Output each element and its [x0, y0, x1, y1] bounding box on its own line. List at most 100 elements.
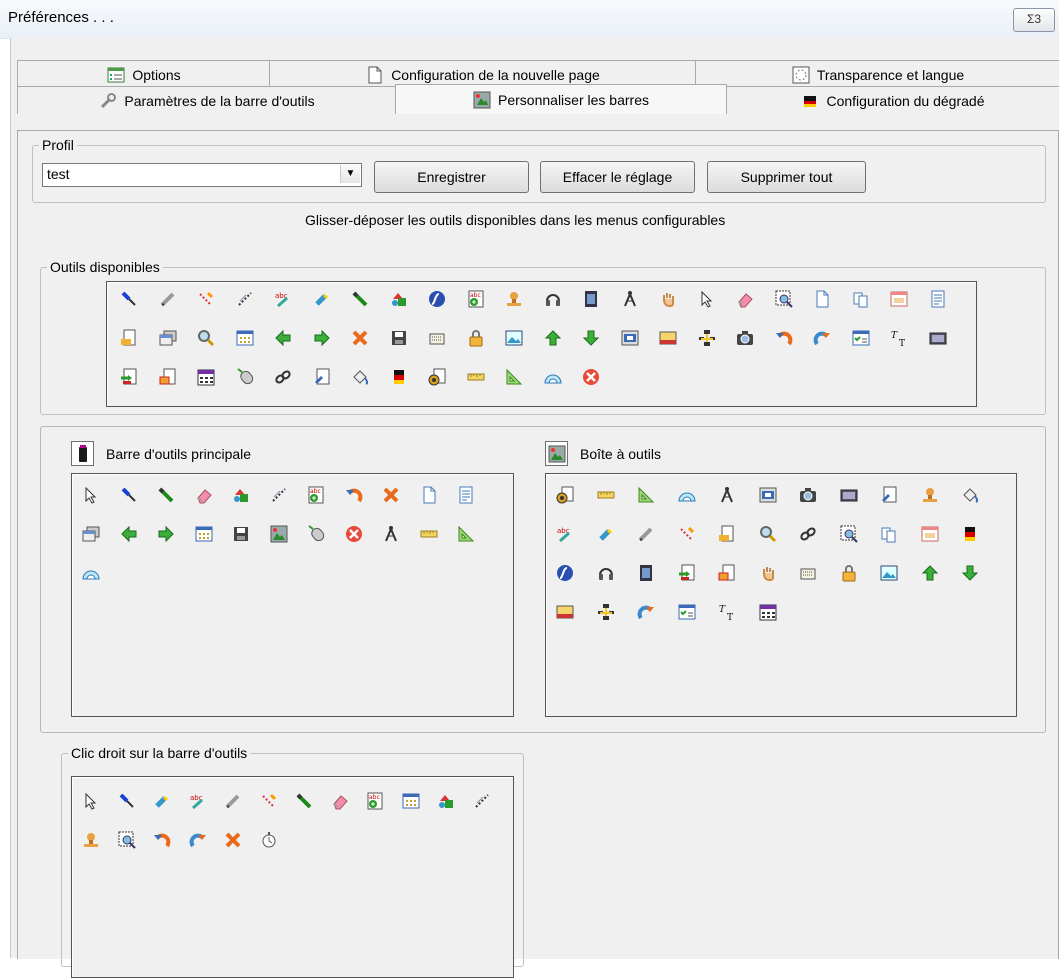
spellcheck-add-icon[interactable]: abc — [467, 290, 485, 308]
lock-icon[interactable] — [467, 329, 485, 347]
arrow-up-icon[interactable] — [544, 329, 562, 347]
close-x-icon[interactable] — [351, 329, 369, 347]
dotted-line-icon[interactable] — [236, 290, 254, 308]
red-dotted-pen-icon[interactable] — [260, 792, 278, 810]
color-export-icon[interactable] — [159, 368, 177, 386]
undo-icon[interactable] — [345, 486, 363, 504]
windows-icon[interactable] — [159, 329, 177, 347]
network-icon[interactable] — [698, 329, 716, 347]
green-marker-icon[interactable] — [295, 792, 313, 810]
page-icon[interactable] — [813, 290, 831, 308]
pencil-icon[interactable] — [224, 792, 242, 810]
spellcheck-pen-icon[interactable]: abc — [556, 525, 574, 543]
shapes-icon[interactable] — [390, 290, 408, 308]
chain-link-icon[interactable] — [274, 368, 292, 386]
text-tool-icon[interactable]: TT — [890, 329, 908, 347]
main-toolbar-panel[interactable]: abc — [71, 473, 514, 717]
page-icon[interactable] — [420, 486, 438, 504]
pencil-icon[interactable] — [159, 290, 177, 308]
grid-icon[interactable] — [236, 329, 254, 347]
compass-icon[interactable] — [718, 486, 736, 504]
stopwatch-icon[interactable] — [260, 831, 278, 849]
redo-icon[interactable] — [189, 831, 207, 849]
redo-icon[interactable] — [637, 603, 655, 621]
green-marker-icon[interactable] — [351, 290, 369, 308]
compass-icon[interactable] — [382, 525, 400, 543]
ruler-icon[interactable] — [467, 368, 485, 386]
zoom-select-icon[interactable] — [118, 831, 136, 849]
clear-setting-button[interactable]: Effacer le réglage — [540, 161, 695, 193]
stamp-icon[interactable] — [505, 290, 523, 308]
shapes-icon[interactable] — [437, 792, 455, 810]
chain-link-icon[interactable] — [799, 525, 817, 543]
speaker-doc-icon[interactable] — [428, 368, 446, 386]
camera-icon[interactable] — [736, 329, 754, 347]
arrow-down-icon[interactable] — [961, 564, 979, 582]
tab-transparency-language[interactable]: Transparence et langue — [695, 60, 1059, 88]
set-square-icon[interactable] — [505, 368, 523, 386]
gradient-icon[interactable] — [961, 525, 979, 543]
mouse-icon[interactable] — [307, 525, 325, 543]
spellcheck-pen-icon[interactable]: abc — [274, 290, 292, 308]
red-dotted-pen-icon[interactable] — [678, 525, 696, 543]
available-tools-panel[interactable]: abc abc T T — [106, 281, 977, 407]
projector-icon[interactable] — [621, 329, 639, 347]
undo-icon[interactable] — [775, 329, 793, 347]
profile-select[interactable]: test ▼ — [42, 163, 362, 187]
protractor-icon[interactable] — [543, 368, 562, 386]
stamp-icon[interactable] — [82, 831, 100, 849]
tab-gradient-config[interactable]: Configuration du dégradé — [725, 86, 1059, 114]
red-dotted-pen-icon[interactable] — [197, 290, 215, 308]
spellcheck-pen-icon[interactable]: abc — [189, 792, 207, 810]
toolbox-panel[interactable]: abc T T — [545, 473, 1017, 717]
dotted-line-icon[interactable] — [270, 486, 288, 504]
ruler-icon[interactable] — [597, 486, 615, 504]
arrow-left-icon[interactable] — [274, 329, 292, 347]
cursor-icon[interactable] — [82, 792, 100, 810]
calendar-icon[interactable] — [197, 368, 215, 386]
document-icon[interactable] — [929, 290, 947, 308]
copy-page-icon[interactable] — [880, 525, 898, 543]
magnifier-icon[interactable] — [197, 329, 215, 347]
checklist-icon[interactable] — [852, 329, 870, 347]
headphones-icon[interactable] — [597, 564, 615, 582]
zoom-select-icon[interactable] — [840, 525, 858, 543]
blue-pen-icon[interactable] — [118, 792, 136, 810]
zoom-select-icon[interactable] — [775, 290, 793, 308]
chevron-down-icon[interactable]: ▼ — [340, 165, 360, 183]
import-icon[interactable] — [678, 564, 696, 582]
page-export-icon[interactable] — [120, 329, 138, 347]
film-clip-icon[interactable] — [929, 329, 947, 347]
hand-icon[interactable] — [659, 290, 677, 308]
network-icon[interactable] — [597, 603, 615, 621]
close-x-icon[interactable] — [382, 486, 400, 504]
calendar-window-icon[interactable] — [890, 290, 908, 308]
highlighter-icon[interactable] — [153, 792, 171, 810]
right-click-toolbar-panel[interactable]: abc abc — [71, 776, 514, 978]
protractor-icon[interactable] — [82, 564, 100, 582]
undo-icon[interactable] — [153, 831, 171, 849]
arrow-up-icon[interactable] — [921, 564, 939, 582]
set-square-icon[interactable] — [637, 486, 655, 504]
highlighter-icon[interactable] — [597, 525, 615, 543]
highlighter-icon[interactable] — [313, 290, 331, 308]
arrow-left-icon[interactable] — [120, 525, 138, 543]
paint-doc-icon[interactable] — [313, 368, 331, 386]
color-export-icon[interactable] — [718, 564, 736, 582]
gradient-icon[interactable] — [390, 368, 408, 386]
cursor-icon[interactable] — [82, 486, 100, 504]
camera-icon[interactable] — [799, 486, 817, 504]
cursor-icon[interactable] — [698, 290, 716, 308]
arrow-down-icon[interactable] — [582, 329, 600, 347]
text-tool-icon[interactable]: TT — [718, 603, 736, 621]
eraser-icon[interactable] — [331, 792, 349, 810]
arrow-right-icon[interactable] — [157, 525, 175, 543]
film-icon[interactable] — [637, 564, 655, 582]
compass-icon[interactable] — [621, 290, 639, 308]
headphones-icon[interactable] — [544, 290, 562, 308]
arrow-right-icon[interactable] — [313, 329, 331, 347]
import-icon[interactable] — [120, 368, 138, 386]
tab-options[interactable]: Options — [17, 60, 271, 88]
paint-bucket-icon[interactable] — [351, 368, 369, 386]
windows-icon[interactable] — [82, 525, 100, 543]
